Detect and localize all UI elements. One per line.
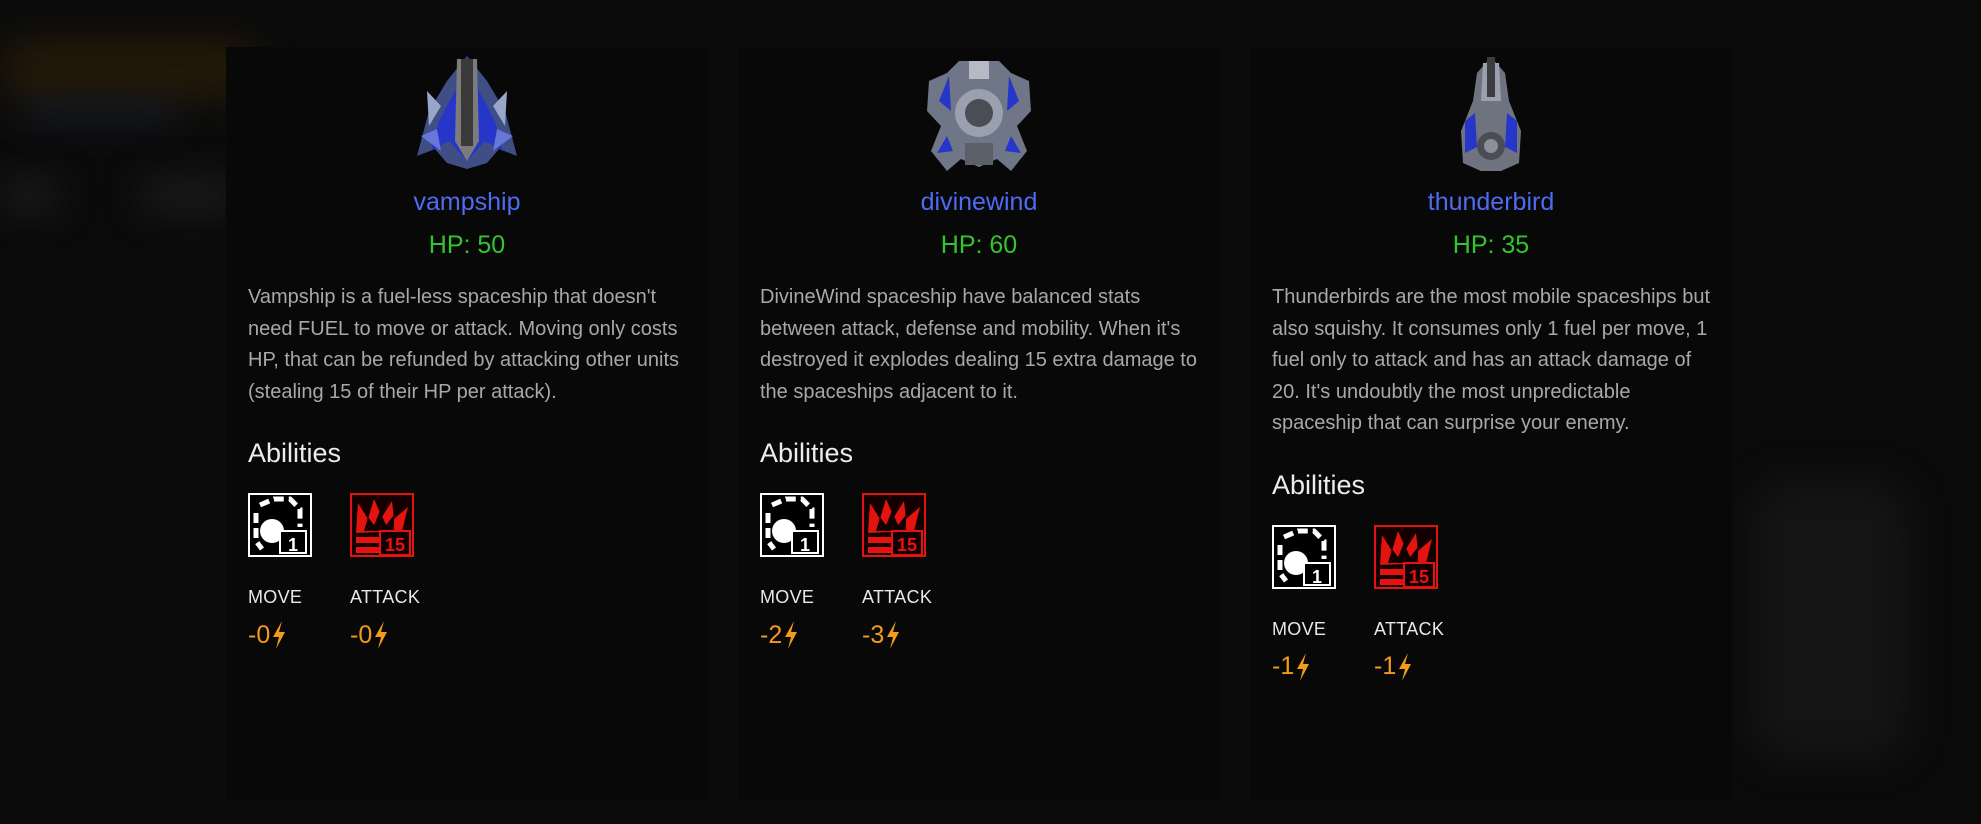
ability-label: ATTACK bbox=[1374, 618, 1445, 639]
fuel-bolt-icon bbox=[373, 620, 389, 650]
move-icon: 1 bbox=[760, 493, 824, 557]
move-icon: 1 bbox=[248, 493, 312, 557]
abilities-list: 1 MOVE -1 15 ATTACK -1 bbox=[1272, 525, 1710, 682]
ability-cost-value: -0 bbox=[350, 620, 373, 649]
ability-cost-value: -3 bbox=[862, 620, 885, 649]
ship-card-divinewind[interactable]: divinewind HP: 60 DivineWind spaceship h… bbox=[738, 47, 1220, 799]
ability-cost-value: -2 bbox=[760, 620, 783, 649]
svg-text:15: 15 bbox=[385, 535, 405, 555]
fuel-bolt-icon bbox=[271, 620, 287, 650]
ability-cost-value: -0 bbox=[248, 620, 271, 649]
ability-label: MOVE bbox=[760, 587, 815, 607]
abilities-heading: Abilities bbox=[1272, 469, 1366, 500]
ship-card-vampship[interactable]: vampship HP: 50 Vampship is a fuel-less … bbox=[226, 47, 708, 799]
ship-name: vampship bbox=[413, 188, 521, 216]
ability-cost: -0 bbox=[248, 620, 318, 650]
ability-cost: -0 bbox=[350, 620, 420, 650]
abilities-list: 1 MOVE -0 15 ATTACK -0 bbox=[248, 493, 686, 650]
ship-name: divinewind bbox=[920, 188, 1038, 216]
ship-hp: HP: 35 bbox=[1452, 231, 1530, 259]
svg-text:1: 1 bbox=[1312, 567, 1322, 587]
ship-description: Thunderbirds are the most mobile spacesh… bbox=[1272, 286, 1711, 434]
ship-description: DivineWind spaceship have balanced stats… bbox=[760, 286, 1197, 403]
ability-cost-value: -1 bbox=[1374, 652, 1397, 680]
ship-name: thunderbird bbox=[1427, 188, 1555, 216]
ability-attack[interactable]: 15 ATTACK -3 bbox=[862, 493, 932, 650]
abilities-heading: Abilities bbox=[760, 438, 854, 468]
ship-description: Vampship is a fuel-less spaceship that d… bbox=[248, 286, 680, 403]
ship-hp: HP: 50 bbox=[428, 231, 506, 259]
move-icon: 1 bbox=[1272, 525, 1336, 589]
ability-label: MOVE bbox=[1272, 618, 1327, 639]
divinewind-image bbox=[927, 61, 1031, 171]
ability-move[interactable]: 1 MOVE -1 bbox=[1272, 525, 1342, 682]
attack-icon: 15 bbox=[350, 493, 414, 557]
svg-text:1: 1 bbox=[288, 535, 298, 555]
ability-attack[interactable]: 15 ATTACK -0 bbox=[350, 493, 420, 650]
ability-label: ATTACK bbox=[862, 587, 933, 607]
ability-cost: -2 bbox=[760, 620, 830, 650]
ship-cards: vampship HP: 50 Vampship is a fuel-less … bbox=[226, 47, 1732, 799]
fuel-bolt-icon bbox=[783, 620, 799, 650]
ability-label: MOVE bbox=[248, 587, 303, 607]
ship-hp: HP: 60 bbox=[940, 231, 1018, 259]
vampship-image bbox=[417, 56, 517, 169]
ship-card-thunderbird[interactable]: thunderbird HP: 35 Thunderbirds are the … bbox=[1250, 47, 1732, 799]
ability-label: ATTACK bbox=[350, 587, 421, 607]
ability-move[interactable]: 1 MOVE -2 bbox=[760, 493, 830, 650]
ability-attack[interactable]: 15 ATTACK -1 bbox=[1374, 525, 1444, 682]
abilities-list: 1 MOVE -2 15 ATTACK -3 bbox=[760, 493, 1198, 650]
fuel-bolt-icon bbox=[885, 620, 901, 650]
abilities-heading: Abilities bbox=[248, 438, 342, 468]
fuel-bolt-icon bbox=[1397, 652, 1413, 682]
attack-icon: 15 bbox=[1374, 525, 1438, 589]
ability-cost: -3 bbox=[862, 620, 932, 650]
attack-icon: 15 bbox=[862, 493, 926, 557]
ability-cost-value: -1 bbox=[1272, 652, 1295, 680]
ability-cost: -1 bbox=[1374, 652, 1444, 682]
svg-text:15: 15 bbox=[1409, 567, 1429, 587]
ability-move[interactable]: 1 MOVE -0 bbox=[248, 493, 318, 650]
thunderbird-image bbox=[1461, 57, 1521, 171]
svg-text:15: 15 bbox=[897, 535, 917, 555]
svg-text:1: 1 bbox=[800, 535, 810, 555]
ability-cost: -1 bbox=[1272, 652, 1342, 682]
fuel-bolt-icon bbox=[1295, 652, 1311, 682]
